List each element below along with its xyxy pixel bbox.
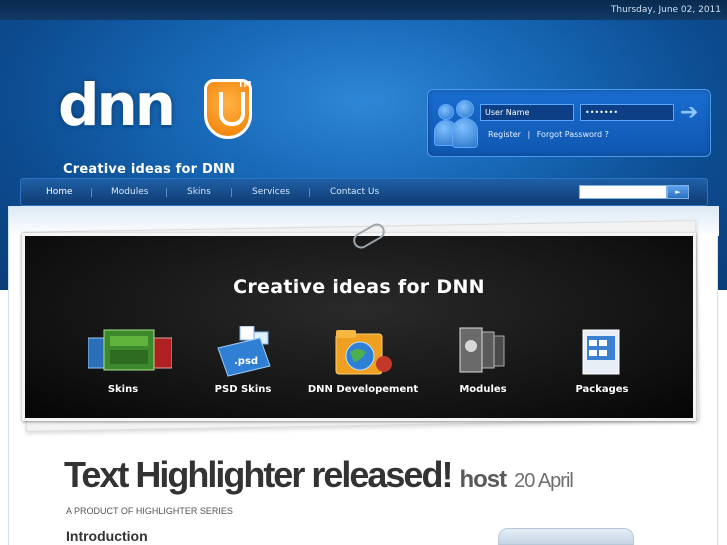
register-link[interactable]: Register [488,130,521,139]
nav-modules[interactable]: Modules [111,179,148,205]
product-psd-skins[interactable]: .psd PSD Skins [183,325,303,395]
featured-banner: Creative ideas for DNN Skins .psd PSD Sk… [22,233,696,421]
search-input[interactable] [579,185,667,199]
packages-icon [567,326,637,378]
banner-title: Creative ideas for DNN [233,276,485,298]
nav-services[interactable]: Services [252,179,290,205]
login-links: Register | Forgot Password ? [488,130,613,139]
product-label: Skins [107,384,139,395]
post-author: host [459,466,507,493]
product-modules[interactable]: Modules [423,326,543,395]
trademark-mark: TM [238,80,252,89]
nav-divider [231,188,232,197]
section-heading: Introduction [66,528,148,544]
password-field[interactable]: ••••••• [580,104,674,121]
users-icon [434,98,478,150]
forgot-password-link[interactable]: Forgot Password ? [537,130,609,139]
product-packages[interactable]: Packages [542,326,662,395]
nav-home[interactable]: Home [46,179,73,205]
top-date-bar: Thursday, June 02, 2011 [0,0,727,20]
link-separator: | [527,130,531,139]
nav-divider [91,188,92,197]
dnn-logo[interactable]: dnn [56,71,252,155]
post-title[interactable]: Text Highlighter released! [64,454,453,495]
current-date: Thursday, June 02, 2011 [610,5,721,15]
skins-icon [87,326,173,378]
folder-globe-icon [328,326,398,378]
psd-icon: .psd [208,325,278,378]
product-label: DNN Developement [307,384,419,395]
nav-contact-us[interactable]: Contact Us [330,179,379,205]
username-field[interactable]: User Name [480,104,574,121]
post-subtitle: A PRODUCT OF HIGHLIGHTER SERIES [66,506,233,516]
nav-divider [309,188,310,197]
login-panel: User Name ••••••• ➔ Register | Forgot Pa… [427,89,711,157]
nav-skins[interactable]: Skins [187,179,211,205]
search-button[interactable]: ► [667,185,689,199]
product-label: PSD Skins [214,384,272,395]
main-nav: Home Modules Skins Services Contact Us ► [20,178,708,206]
modules-icon [448,326,518,378]
product-skins[interactable]: Skins [63,326,183,395]
product-label: Packages [575,384,629,395]
product-box-image [498,528,634,545]
nav-divider [166,188,167,197]
product-label: Modules [459,384,507,395]
post-title-line: Text Highlighter released! host 20 April [64,454,574,496]
logo-wordmark: dnn [58,71,176,139]
svg-text:.psd: .psd [234,356,258,367]
site-tagline: Creative ideas for DNN [63,162,236,177]
product-dnn-development[interactable]: DNN Developement [303,326,423,395]
post-date: 20 April [514,470,574,492]
login-arrow-icon[interactable]: ➔ [680,102,706,124]
